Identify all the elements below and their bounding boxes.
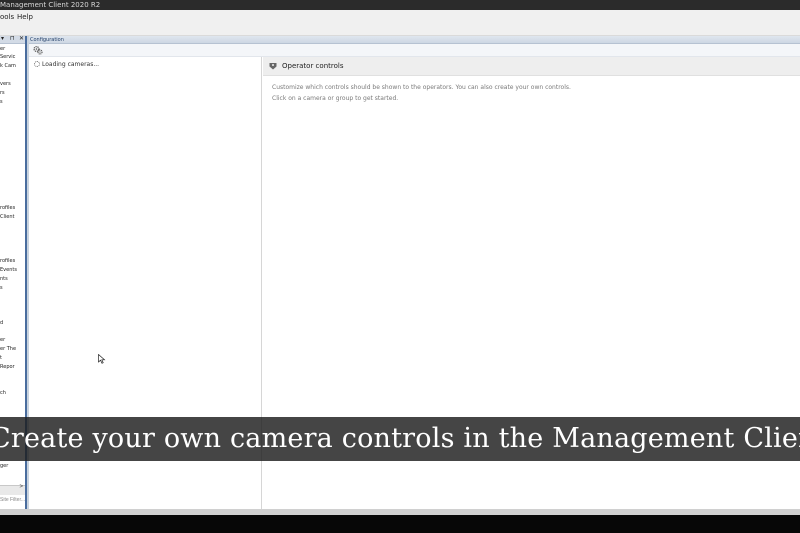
- operator-controls-header: Operator controls: [263, 57, 800, 76]
- gear-group-icon[interactable]: [33, 45, 43, 55]
- configuration-header: Configuration: [29, 36, 800, 44]
- scroll-right-icon[interactable]: >: [19, 484, 23, 490]
- close-icon[interactable]: ✕: [19, 36, 24, 42]
- operator-controls-hint: Click on a camera or group to get starte…: [272, 95, 399, 102]
- configuration-toolbar: [29, 44, 800, 57]
- nav-item[interactable]: nts: [0, 276, 8, 282]
- loading-indicator: Loading cameras...: [34, 61, 99, 68]
- nav-item[interactable]: ch: [0, 390, 6, 396]
- nav-item[interactable]: Events: [0, 267, 17, 273]
- pane-dropdown-icon[interactable]: ▾: [1, 36, 4, 42]
- nav-item[interactable]: vers: [0, 81, 11, 87]
- nav-item[interactable]: s: [0, 285, 3, 291]
- configuration-title: Configuration: [30, 37, 64, 43]
- spinner-icon: [34, 61, 40, 67]
- site-filter-input[interactable]: Site Filter...: [0, 497, 25, 503]
- nav-item[interactable]: ger: [0, 463, 8, 469]
- menu-tools[interactable]: ools: [0, 13, 14, 21]
- window-title: Management Client 2020 R2: [0, 1, 101, 9]
- nav-item[interactable]: rofiles: [0, 258, 15, 264]
- menu-bar: ools Help: [0, 10, 800, 36]
- nav-item[interactable]: rs: [0, 90, 5, 96]
- operator-controls-description: Customize which controls should be shown…: [272, 84, 571, 91]
- operator-controls-title: Operator controls: [282, 62, 344, 70]
- pin-icon[interactable]: ⊓: [10, 36, 15, 42]
- nav-item[interactable]: er The: [0, 346, 16, 352]
- video-caption: Create your own camera controls in the M…: [0, 423, 800, 454]
- window-titlebar: Management Client 2020 R2: [0, 0, 800, 10]
- nav-pane-header: ▾ ⊓ ✕: [0, 36, 25, 44]
- nav-item[interactable]: Servic: [0, 54, 15, 60]
- nav-item[interactable]: er: [0, 337, 5, 343]
- nav-item[interactable]: k Cam: [0, 63, 16, 69]
- loading-text: Loading cameras...: [42, 61, 100, 68]
- nav-item[interactable]: t: [0, 355, 2, 361]
- mouse-cursor-icon: [98, 354, 106, 364]
- nav-item[interactable]: Repor: [0, 364, 15, 370]
- controller-icon: [269, 63, 277, 70]
- nav-item[interactable]: Client: [0, 214, 14, 220]
- video-caption-band: Create your own camera controls in the M…: [0, 417, 800, 461]
- menu-help[interactable]: Help: [17, 13, 33, 21]
- nav-item[interactable]: s: [0, 99, 3, 105]
- nav-item[interactable]: d: [0, 320, 3, 326]
- nav-item[interactable]: rofiles: [0, 205, 15, 211]
- video-letterbox: [0, 515, 800, 533]
- nav-item[interactable]: er: [0, 46, 5, 52]
